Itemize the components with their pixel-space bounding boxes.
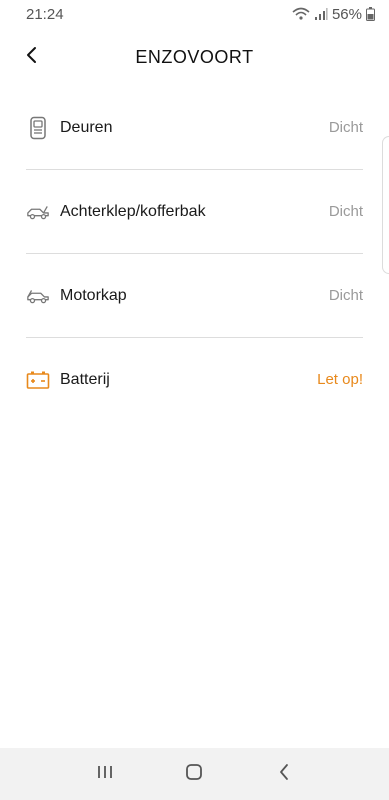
- screen: 21:24 56% ENZOVOORT Deuren Dicht Achterk…: [0, 0, 389, 800]
- navigation-bar: [0, 748, 389, 800]
- status-text: Dicht: [328, 203, 363, 220]
- status-icons: 56%: [292, 6, 375, 23]
- battery-warning-icon: [26, 368, 50, 392]
- list-item-batterij[interactable]: Batterij Let op!: [26, 338, 363, 421]
- list-item-label: Deuren: [60, 118, 113, 136]
- list-item-label: Achterklep/kofferbak: [60, 202, 206, 220]
- page-title: ENZOVOORT: [135, 46, 254, 67]
- header: ENZOVOORT: [0, 40, 389, 74]
- edge-panel-handle[interactable]: [382, 136, 389, 274]
- list-item-achterklep[interactable]: Achterklep/kofferbak Dicht: [26, 170, 363, 254]
- wifi-icon: [292, 7, 310, 21]
- list-item-deuren[interactable]: Deuren Dicht: [26, 86, 363, 170]
- status-text: Dicht: [328, 287, 363, 304]
- home-icon: [185, 763, 203, 786]
- back-button[interactable]: [20, 44, 44, 70]
- chevron-left-icon: [26, 46, 38, 69]
- status-bar: 21:24 56%: [0, 0, 389, 28]
- status-text: Dicht: [328, 119, 363, 136]
- car-trunk-icon: [26, 200, 50, 224]
- home-button[interactable]: [174, 754, 214, 794]
- battery-icon: [366, 7, 375, 21]
- back-icon: [278, 763, 290, 786]
- status-text-warning: Let op!: [317, 371, 363, 388]
- recent-apps-button[interactable]: [85, 754, 125, 794]
- list-item-motorkap[interactable]: Motorkap Dicht: [26, 254, 363, 338]
- system-back-button[interactable]: [264, 754, 304, 794]
- door-icon: [26, 116, 50, 140]
- status-time: 21:24: [26, 5, 64, 23]
- car-hood-icon: [26, 284, 50, 308]
- recent-apps-icon: [96, 764, 114, 785]
- list-item-label: Batterij: [60, 370, 110, 388]
- list-item-label: Motorkap: [60, 286, 127, 304]
- signal-icon: [314, 7, 328, 21]
- battery-percent: 56%: [331, 5, 362, 23]
- status-list: Deuren Dicht Achterklep/kofferbak Dicht: [26, 86, 363, 421]
